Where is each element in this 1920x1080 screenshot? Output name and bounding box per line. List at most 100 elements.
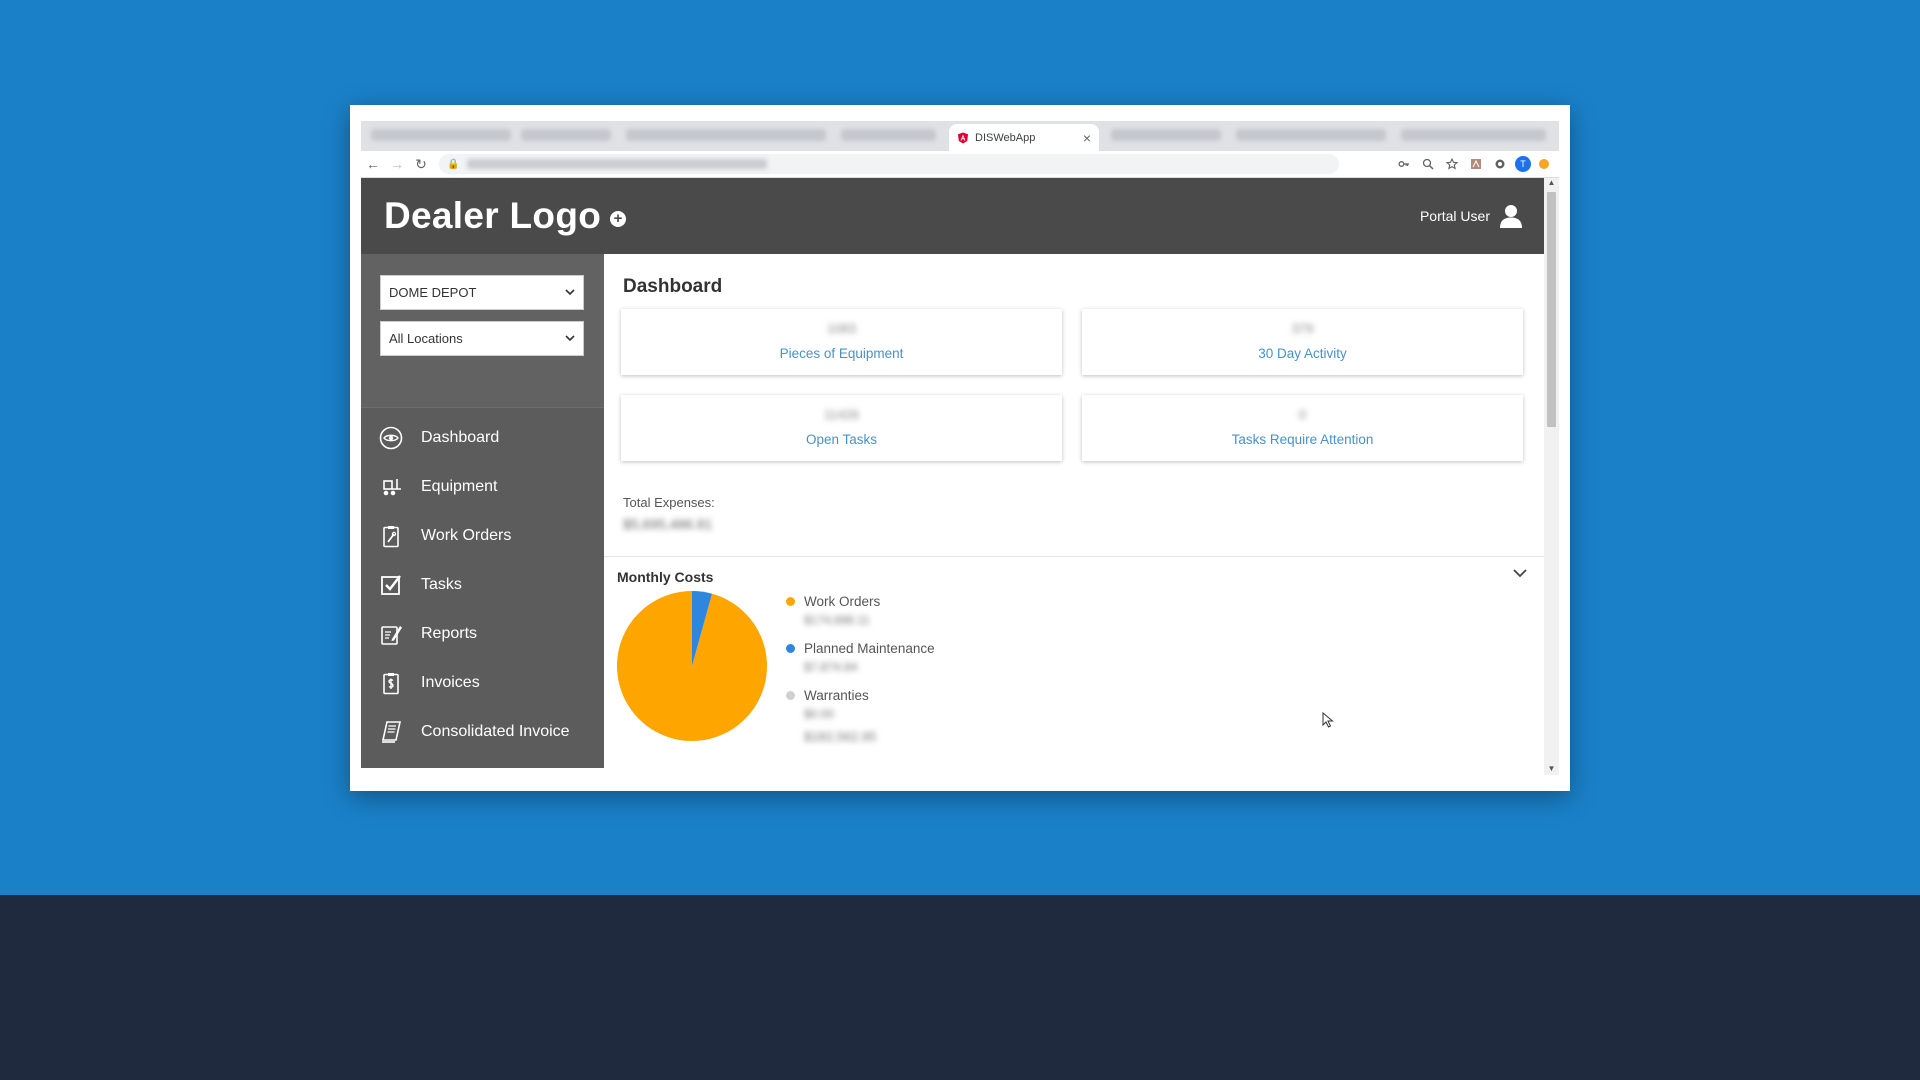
location-select[interactable]: All Locations bbox=[380, 321, 584, 356]
monthly-costs-total: $182,562.95 bbox=[804, 729, 877, 744]
browser-tab[interactable] bbox=[1111, 129, 1221, 141]
stat-label: Tasks Require Attention bbox=[1231, 432, 1374, 447]
browser-toolbar: ← → ↻ 🔒 T bbox=[361, 151, 1559, 178]
profile-avatar[interactable]: T bbox=[1515, 156, 1531, 172]
stat-label: Pieces of Equipment bbox=[779, 346, 904, 361]
sidebar-item-reports[interactable]: Reports bbox=[361, 609, 604, 658]
sidebar-nav: Dashboard Equipment Work Orders Tasks Re… bbox=[361, 408, 604, 756]
sidebar: DOME DEPOT All Locations Dashboard Equip… bbox=[361, 254, 604, 768]
browser-tab[interactable] bbox=[1401, 129, 1546, 141]
browser-tab[interactable] bbox=[626, 129, 826, 141]
app-header: Dealer Logo + Portal User bbox=[361, 178, 1544, 254]
legend-dot bbox=[786, 597, 795, 606]
stat-label: Open Tasks bbox=[805, 432, 878, 447]
browser-tab-active[interactable]: DISWebApp × bbox=[949, 124, 1099, 151]
eye-icon bbox=[379, 426, 403, 450]
report-edit-icon bbox=[379, 622, 403, 646]
forklift-icon bbox=[379, 475, 403, 499]
browser-tabstrip: DISWebApp × bbox=[361, 121, 1559, 151]
angular-icon bbox=[958, 132, 968, 143]
user-menu[interactable]: Portal User bbox=[1420, 203, 1524, 229]
sidebar-item-label: Dashboard bbox=[421, 428, 500, 446]
sidebar-item-label: Tasks bbox=[421, 575, 462, 593]
stat-card-open-tasks[interactable]: 11426 Open Tasks bbox=[621, 395, 1062, 461]
company-select[interactable]: DOME DEPOT bbox=[380, 275, 584, 310]
zoom-icon[interactable] bbox=[1419, 155, 1437, 173]
mouse-cursor-icon bbox=[1322, 712, 1334, 728]
web-app: Dealer Logo + Portal User DOME DEPOT All… bbox=[361, 178, 1559, 775]
total-expenses-label: Total Expenses: bbox=[623, 495, 715, 510]
back-button[interactable]: ← bbox=[361, 156, 385, 172]
browser-tab[interactable] bbox=[1236, 129, 1386, 141]
sidebar-item-consolidated-invoice[interactable]: Consolidated Invoice bbox=[361, 707, 604, 756]
sidebar-item-label: Reports bbox=[421, 624, 478, 642]
location-select-value: All Locations bbox=[389, 331, 463, 346]
stat-label: 30 Day Activity bbox=[1258, 346, 1347, 361]
sidebar-item-label: Work Orders bbox=[421, 526, 512, 544]
legend-value: $0.00 bbox=[804, 707, 835, 721]
legend-dot bbox=[786, 691, 795, 700]
dealer-logo-text: Dealer Logo bbox=[384, 195, 602, 236]
extension-icon[interactable] bbox=[1491, 155, 1509, 173]
forward-button[interactable]: → bbox=[385, 156, 409, 172]
address-bar[interactable]: 🔒 bbox=[439, 154, 1339, 174]
stat-card-activity[interactable]: 379 30 Day Activity bbox=[1082, 309, 1523, 375]
stat-value: 379 bbox=[1291, 321, 1314, 336]
sidebar-item-dashboard[interactable]: Dashboard bbox=[361, 413, 604, 462]
browser-tab[interactable] bbox=[841, 129, 936, 141]
legend-item-planned-maintenance[interactable]: Planned Maintenance $7,874.84 bbox=[786, 641, 935, 674]
pdf-extension-icon[interactable] bbox=[1467, 155, 1485, 173]
scroll-down-icon[interactable]: ▼ bbox=[1544, 764, 1559, 773]
legend-value: $174,688.11 bbox=[804, 613, 870, 627]
legend-item-warranties[interactable]: Warranties $0.00 $182,562.95 bbox=[786, 688, 935, 744]
stat-card-equipment[interactable]: 1083 Pieces of Equipment bbox=[621, 309, 1062, 375]
sidebar-item-label: Equipment bbox=[421, 477, 498, 495]
page-title: Dashboard bbox=[623, 276, 723, 297]
scroll-thumb[interactable] bbox=[1547, 192, 1556, 427]
stat-value: 11426 bbox=[823, 407, 860, 422]
chart-legend: Work Orders $174,688.11 Planned Maintena… bbox=[786, 594, 935, 758]
chevron-down-icon[interactable] bbox=[1512, 566, 1528, 580]
url-text bbox=[467, 159, 768, 169]
sidebar-filters: DOME DEPOT All Locations bbox=[361, 254, 604, 408]
sidebar-item-equipment[interactable]: Equipment bbox=[361, 462, 604, 511]
user-icon bbox=[1500, 205, 1522, 228]
toolbar-icons: T bbox=[1395, 155, 1551, 173]
sidebar-item-work-orders[interactable]: Work Orders bbox=[361, 511, 604, 560]
legend-value: $7,874.84 bbox=[804, 660, 858, 674]
browser-window: DISWebApp × ← → ↻ 🔒 T Dealer Logo + Port… bbox=[361, 121, 1559, 775]
monthly-costs-title: Monthly Costs bbox=[617, 569, 714, 585]
sidebar-item-label: Consolidated Invoice bbox=[421, 722, 570, 740]
sidebar-item-label: Invoices bbox=[421, 673, 480, 691]
reload-button[interactable]: ↻ bbox=[409, 156, 433, 173]
scroll-up-icon[interactable]: ▲ bbox=[1544, 178, 1559, 187]
section-divider bbox=[604, 556, 1544, 557]
legend-label: Warranties bbox=[804, 688, 869, 703]
stat-card-attention[interactable]: 0 Tasks Require Attention bbox=[1082, 395, 1523, 461]
page-scrollbar[interactable]: ▲ ▼ bbox=[1544, 178, 1559, 775]
sidebar-item-tasks[interactable]: Tasks bbox=[361, 560, 604, 609]
browser-tab[interactable] bbox=[521, 129, 611, 141]
chevron-down-icon bbox=[565, 289, 575, 296]
legend-item-work-orders[interactable]: Work Orders $174,688.11 bbox=[786, 594, 935, 627]
legend-dot bbox=[786, 644, 795, 653]
sidebar-item-invoices[interactable]: Invoices bbox=[361, 658, 604, 707]
stat-value: 0 bbox=[1298, 407, 1307, 422]
stat-value: 1083 bbox=[827, 321, 856, 336]
chevron-down-icon bbox=[565, 335, 575, 342]
main-content: Dashboard 1083 Pieces of Equipment 379 3… bbox=[604, 254, 1544, 768]
clipboard-wrench-icon bbox=[379, 524, 403, 548]
plus-circle-icon: + bbox=[610, 211, 627, 227]
company-select-value: DOME DEPOT bbox=[389, 285, 477, 300]
extension-badge-icon[interactable] bbox=[1537, 157, 1551, 171]
browser-tab[interactable] bbox=[371, 129, 511, 141]
invoice-dollar-icon bbox=[379, 671, 403, 695]
tab-close-button[interactable]: × bbox=[1083, 130, 1091, 146]
checkbox-icon bbox=[379, 573, 403, 597]
monthly-costs-pie-chart bbox=[617, 591, 767, 741]
total-expenses-value: $5,695,486.81 bbox=[623, 516, 713, 532]
key-icon[interactable] bbox=[1395, 155, 1413, 173]
tab-title: DISWebApp bbox=[975, 131, 1036, 144]
star-icon[interactable] bbox=[1443, 155, 1461, 173]
dealer-logo[interactable]: Dealer Logo + bbox=[384, 195, 627, 237]
